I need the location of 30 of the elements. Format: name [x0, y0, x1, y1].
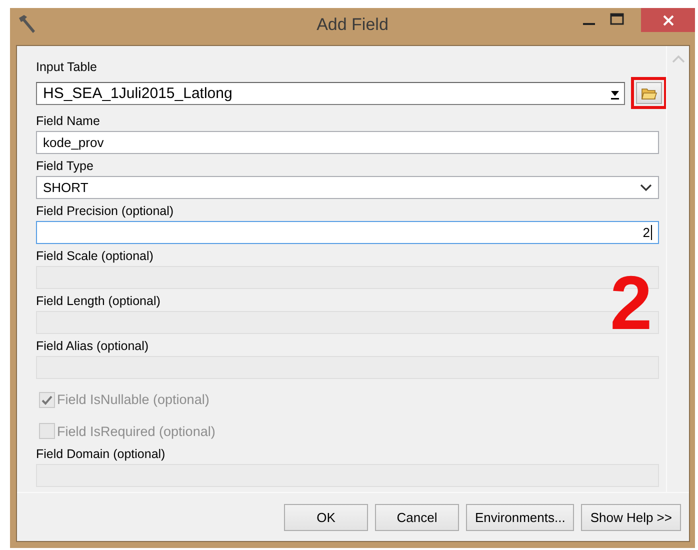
dialog-button[interactable]: Show Help >>: [581, 504, 681, 530]
dialog-button[interactable]: Environments...: [466, 504, 574, 530]
text-cursor: [651, 225, 652, 240]
type-select[interactable]: SHORT: [36, 176, 659, 199]
hammer-icon: [16, 13, 38, 35]
field-label: Field Type: [36, 159, 94, 174]
dialog-button[interactable]: OK: [284, 504, 368, 530]
step-number: 2: [610, 266, 652, 342]
browse-button[interactable]: [636, 82, 662, 104]
dialog-button[interactable]: Cancel: [375, 504, 459, 530]
check-icon: [41, 394, 53, 406]
field-label: Field Scale (optional): [36, 249, 154, 264]
field-label: Field Alias (optional): [36, 339, 149, 354]
minimize-icon: [583, 22, 595, 24]
checkbox-label: Field IsNullable (optional): [57, 392, 210, 408]
input-field[interactable]: kode_prov: [36, 131, 659, 154]
field-label: Field Precision (optional): [36, 204, 174, 219]
window-title: Add Field: [316, 15, 388, 35]
field-label: Field Name: [36, 114, 100, 129]
field-label: Input Table: [36, 60, 97, 75]
field-label: Field Length (optional): [36, 294, 160, 309]
maximize-icon: [610, 13, 624, 25]
close-button[interactable]: [641, 8, 695, 32]
input-field[interactable]: 2: [36, 221, 659, 244]
folder-icon: [641, 86, 657, 100]
table-dropdown[interactable]: HS_SEA_1Juli2015_Latlong: [36, 82, 625, 104]
close-icon: [662, 14, 674, 26]
chevron-down-icon: [640, 184, 652, 192]
checkbox-label: Field IsRequired (optional): [57, 424, 216, 439]
field-label: Field Domain (optional): [36, 447, 166, 462]
